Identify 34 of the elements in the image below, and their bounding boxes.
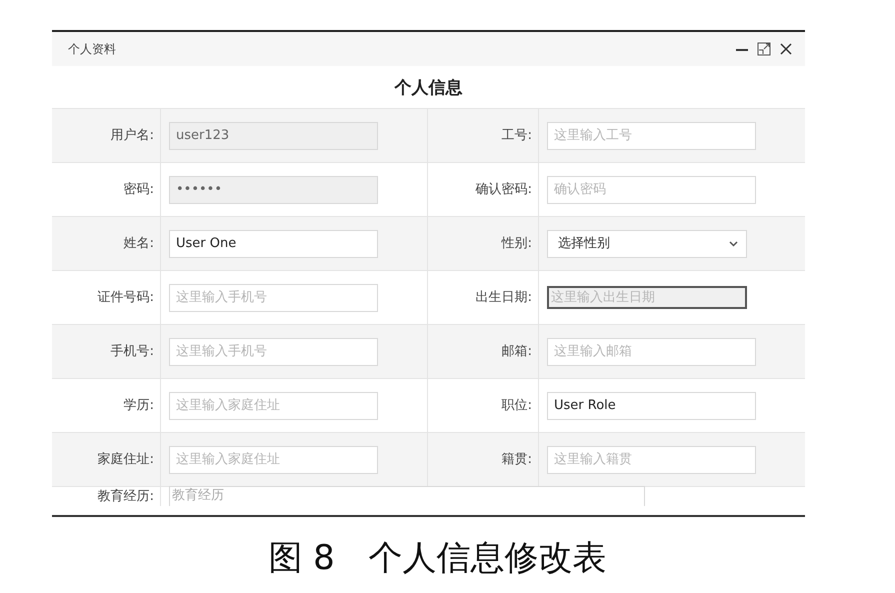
field-label: 密码: xyxy=(124,181,154,200)
text-field[interactable]: 这里输入手机号 xyxy=(169,284,378,312)
field-label: 家庭住址: xyxy=(98,451,154,470)
text-field[interactable]: 这里输入手机号 xyxy=(169,338,378,366)
text-field[interactable]: User Role xyxy=(547,392,756,420)
field-label: 证件号码: xyxy=(98,289,154,308)
figure-caption: 图 8 个人信息修改表 xyxy=(267,537,608,580)
maximize-icon[interactable] xyxy=(757,42,771,56)
text-field[interactable]: 这里输入籍贯 xyxy=(547,446,756,474)
close-icon[interactable] xyxy=(779,42,793,56)
text-field[interactable]: 这里输入邮箱 xyxy=(547,338,756,366)
field-label: 籍贯: xyxy=(502,451,532,470)
field-label: 学历: xyxy=(124,397,154,416)
text-field[interactable]: 确认密码 xyxy=(547,176,756,204)
form-heading: 个人信息 xyxy=(393,77,464,100)
field-label: 确认密码: xyxy=(476,181,532,200)
text-field[interactable]: 这里输入家庭住址 xyxy=(169,392,378,420)
field-label: 教育经历: xyxy=(98,488,154,506)
text-field[interactable]: 这里输入工号 xyxy=(547,122,756,150)
chevron-down-icon xyxy=(729,240,738,247)
text-field[interactable]: User One xyxy=(169,230,378,258)
field-label: 性别: xyxy=(502,235,532,254)
text-area[interactable]: 教育经历 xyxy=(169,486,645,506)
field-label: 用户名: xyxy=(110,127,154,146)
field-label: 手机号: xyxy=(110,343,154,362)
field-label: 邮箱: xyxy=(502,343,532,362)
date-field[interactable]: 这里输入出生日期 xyxy=(547,286,747,310)
gender-dropdown[interactable]: 选择性别 xyxy=(547,230,747,258)
text-field[interactable]: 这里输入家庭住址 xyxy=(169,446,378,474)
field-label: 工号: xyxy=(502,127,532,146)
field-label: 出生日期: xyxy=(476,289,532,308)
field-label: 职位: xyxy=(502,397,532,416)
field-label: 姓名: xyxy=(124,235,154,254)
window-title: 个人资料 xyxy=(68,41,116,58)
